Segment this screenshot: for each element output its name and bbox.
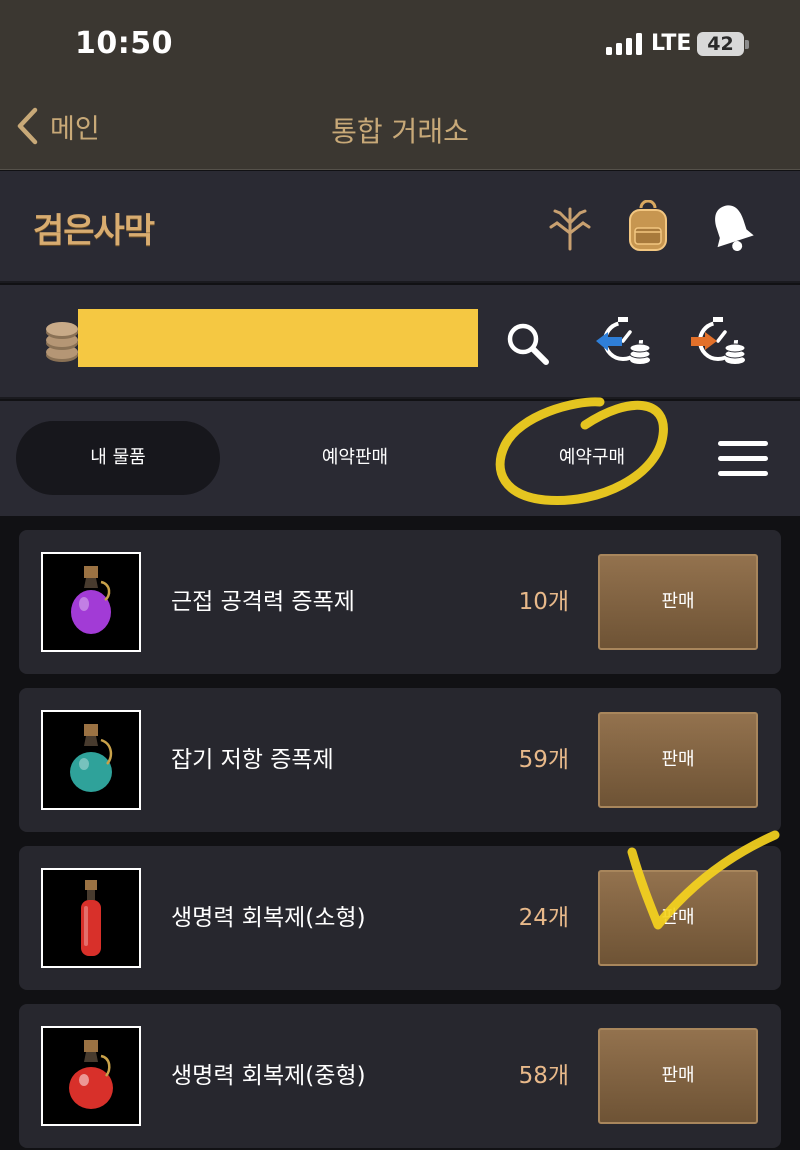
- list-item: 근접 공격력 증폭제 10개 판매: [19, 530, 781, 674]
- menu-icon[interactable]: [718, 441, 768, 477]
- sell-button[interactable]: 판매: [598, 554, 758, 650]
- game-logo: 검은사막: [33, 211, 155, 251]
- game-header: 검은사막: [0, 171, 800, 283]
- tab-reserved-buy[interactable]: 예약구매: [492, 421, 692, 495]
- item-count: 10개: [518, 589, 569, 615]
- search-icon[interactable]: [496, 315, 558, 371]
- list-item: 잡기 저항 증폭제 59개 판매: [19, 688, 781, 832]
- silver-amount-redacted: [78, 309, 478, 367]
- item-count: 58개: [518, 1063, 569, 1089]
- list-item: 생명력 회복제(중형) 58개 판매: [19, 1004, 781, 1148]
- coins-icon: [46, 322, 78, 362]
- battery-level: 42: [707, 33, 734, 55]
- item-name: 생명력 회복제(소형): [171, 905, 366, 931]
- tab-my-items[interactable]: 내 물품: [16, 421, 220, 495]
- app-screen: 10:50 LTE 42 메인 통합 거래소 검은사막 내 물품 예약판매 예약…: [0, 0, 800, 1150]
- item-name: 잡기 저항 증폭제: [171, 747, 334, 773]
- status-time: 10:50: [75, 26, 173, 61]
- potion-icon: [69, 1040, 113, 1109]
- potion-icon: [70, 724, 113, 792]
- tab-reserved-sell[interactable]: 예약판매: [255, 421, 455, 495]
- item-name: 생명력 회복제(중형): [171, 1063, 366, 1089]
- item-thumbnail: [41, 710, 141, 810]
- item-thumbnail: [41, 552, 141, 652]
- battery-tip: [745, 40, 749, 49]
- battery-icon: 42: [697, 32, 744, 56]
- item-count: 24개: [518, 905, 569, 931]
- item-thumbnail: [41, 868, 141, 968]
- sell-button[interactable]: 판매: [598, 712, 758, 808]
- bell-icon[interactable]: [703, 199, 759, 255]
- backpack-icon[interactable]: [620, 199, 676, 255]
- network-label: LTE: [651, 31, 692, 56]
- signal-icon: [606, 33, 642, 55]
- item-thumbnail: [41, 1026, 141, 1126]
- reservation-buy-history-icon[interactable]: [689, 315, 751, 371]
- status-bar: 10:50 LTE 42: [0, 0, 800, 88]
- item-name: 근접 공격력 증폭제: [171, 589, 355, 615]
- sell-button[interactable]: 판매: [598, 1028, 758, 1124]
- sell-button[interactable]: 판매: [598, 870, 758, 966]
- reservation-sell-history-icon[interactable]: [594, 315, 656, 371]
- potion-icon: [81, 880, 101, 956]
- nav-bar: 메인 통합 거래소: [0, 88, 800, 170]
- page-title: 통합 거래소: [331, 115, 469, 148]
- item-list: 근접 공격력 증폭제 10개 판매 잡기 저항 증폭제 59개 판매 생명력 회…: [0, 516, 800, 1150]
- potion-icon: [71, 566, 111, 634]
- currency-bar: [0, 285, 800, 399]
- tree-icon[interactable]: [542, 199, 598, 255]
- tabs-row: 내 물품 예약판매 예약구매: [0, 401, 800, 516]
- list-item: 생명력 회복제(소형) 24개 판매: [19, 846, 781, 990]
- item-count: 59개: [518, 747, 569, 773]
